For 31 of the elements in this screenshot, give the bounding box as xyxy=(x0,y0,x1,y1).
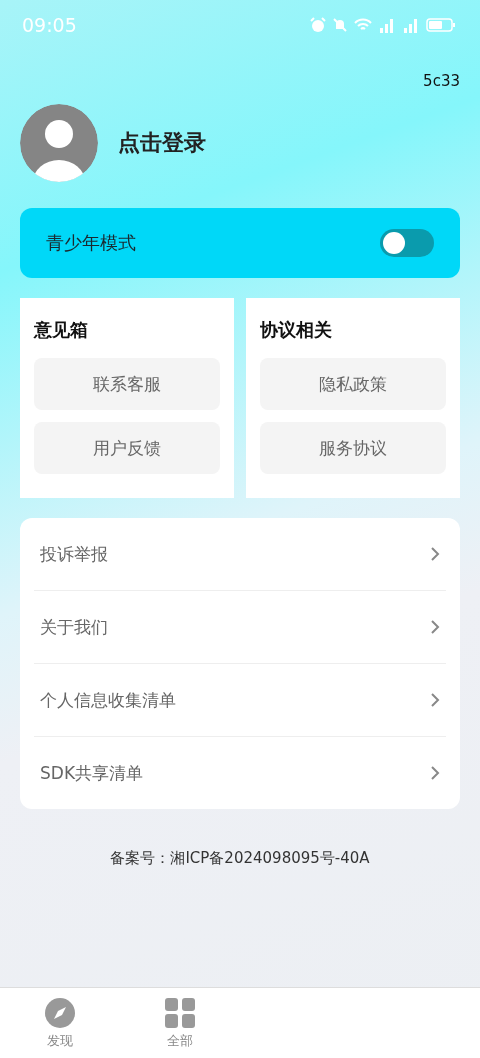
card-title: 意见箱 xyxy=(34,318,89,342)
card-button[interactable]: 服务协议 xyxy=(260,422,446,474)
chevron-right-icon xyxy=(430,546,440,562)
avatar-icon[interactable] xyxy=(20,104,98,182)
menu-item[interactable]: 个人信息收集清单 xyxy=(40,688,176,712)
nav-tab[interactable]: 发现 xyxy=(0,988,120,1058)
signal-icon xyxy=(402,17,420,33)
card-button[interactable]: 用户反馈 xyxy=(34,422,220,474)
status-time: 09:05 xyxy=(22,14,77,36)
teen-mode-label: 青少年模式 xyxy=(46,231,136,255)
nav-tab[interactable]: 全部 xyxy=(120,988,240,1058)
menu-item[interactable]: SDK共享清单 xyxy=(40,761,144,785)
menu-item[interactable]: 关于我们 xyxy=(40,615,108,639)
login-link[interactable]: 点击登录 xyxy=(118,128,206,158)
battery-icon xyxy=(426,17,456,33)
card-title: 协议相关 xyxy=(260,318,333,342)
wifi-icon xyxy=(354,17,372,33)
signal-icon xyxy=(378,17,396,33)
version-code: 5c33 xyxy=(423,72,460,90)
card-button[interactable]: 联系客服 xyxy=(34,358,220,410)
grid-icon xyxy=(164,996,196,1029)
card-button[interactable]: 隐私政策 xyxy=(260,358,446,410)
compass-icon xyxy=(44,996,76,1029)
teen-mode-toggle[interactable] xyxy=(380,229,434,257)
chevron-right-icon xyxy=(430,765,440,781)
alarm-icon xyxy=(310,17,326,33)
chevron-right-icon xyxy=(430,692,440,708)
menu-item[interactable]: 投诉举报 xyxy=(40,542,108,566)
record-number: 备案号：湘ICP备2024098095号-40A xyxy=(109,849,371,868)
chevron-right-icon xyxy=(430,619,440,635)
muted-bell-icon xyxy=(332,17,348,33)
